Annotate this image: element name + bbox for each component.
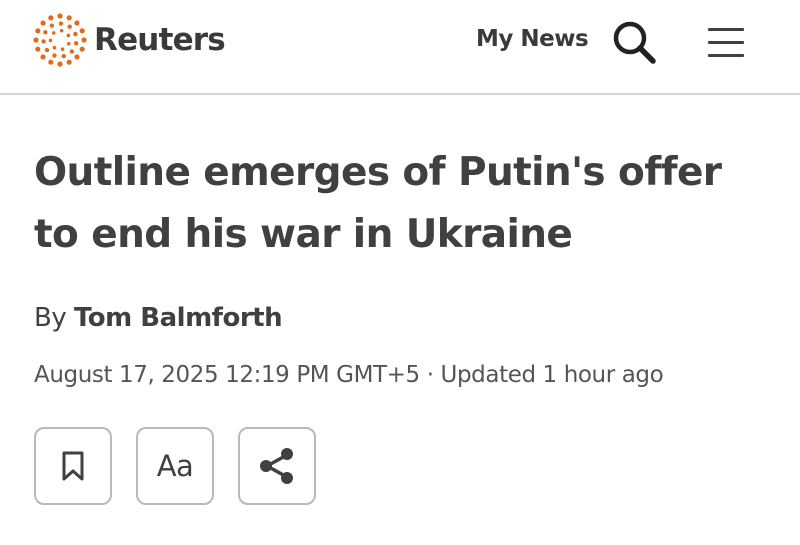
brand-name: Reuters [94, 22, 226, 58]
menu-button[interactable] [702, 22, 750, 60]
text-size-label: Aa [156, 449, 194, 483]
updated-time: Updated 1 hour ago [440, 362, 664, 388]
hamburger-menu-icon [708, 28, 744, 31]
dateline: August 17, 2025 12:19 PM GMT+5 · Updated… [34, 362, 664, 388]
search-icon [613, 21, 656, 64]
byline: By Tom Balmforth [34, 303, 283, 333]
share-icon [260, 448, 293, 484]
reuters-logo[interactable]: Reuters [32, 12, 226, 68]
site-header: Reuters My News [0, 0, 800, 95]
publish-date: August 17, 2025 12:19 PM GMT+5 [34, 362, 420, 388]
bookmark-button[interactable] [34, 427, 112, 505]
dateline-separator: · [426, 362, 434, 388]
my-news-link[interactable]: My News [476, 26, 589, 52]
author-link[interactable]: Tom Balmforth [74, 303, 283, 333]
text-size-button[interactable]: Aa [136, 427, 214, 505]
share-button[interactable] [238, 427, 316, 505]
bookmark-icon [62, 451, 84, 481]
article-headline: Outline emerges of Putin's offer to end … [34, 150, 722, 257]
search-button[interactable] [610, 18, 658, 66]
reuters-logo-icon [33, 13, 87, 67]
article-tools: Aa [34, 427, 316, 505]
byline-prefix: By [34, 303, 67, 333]
